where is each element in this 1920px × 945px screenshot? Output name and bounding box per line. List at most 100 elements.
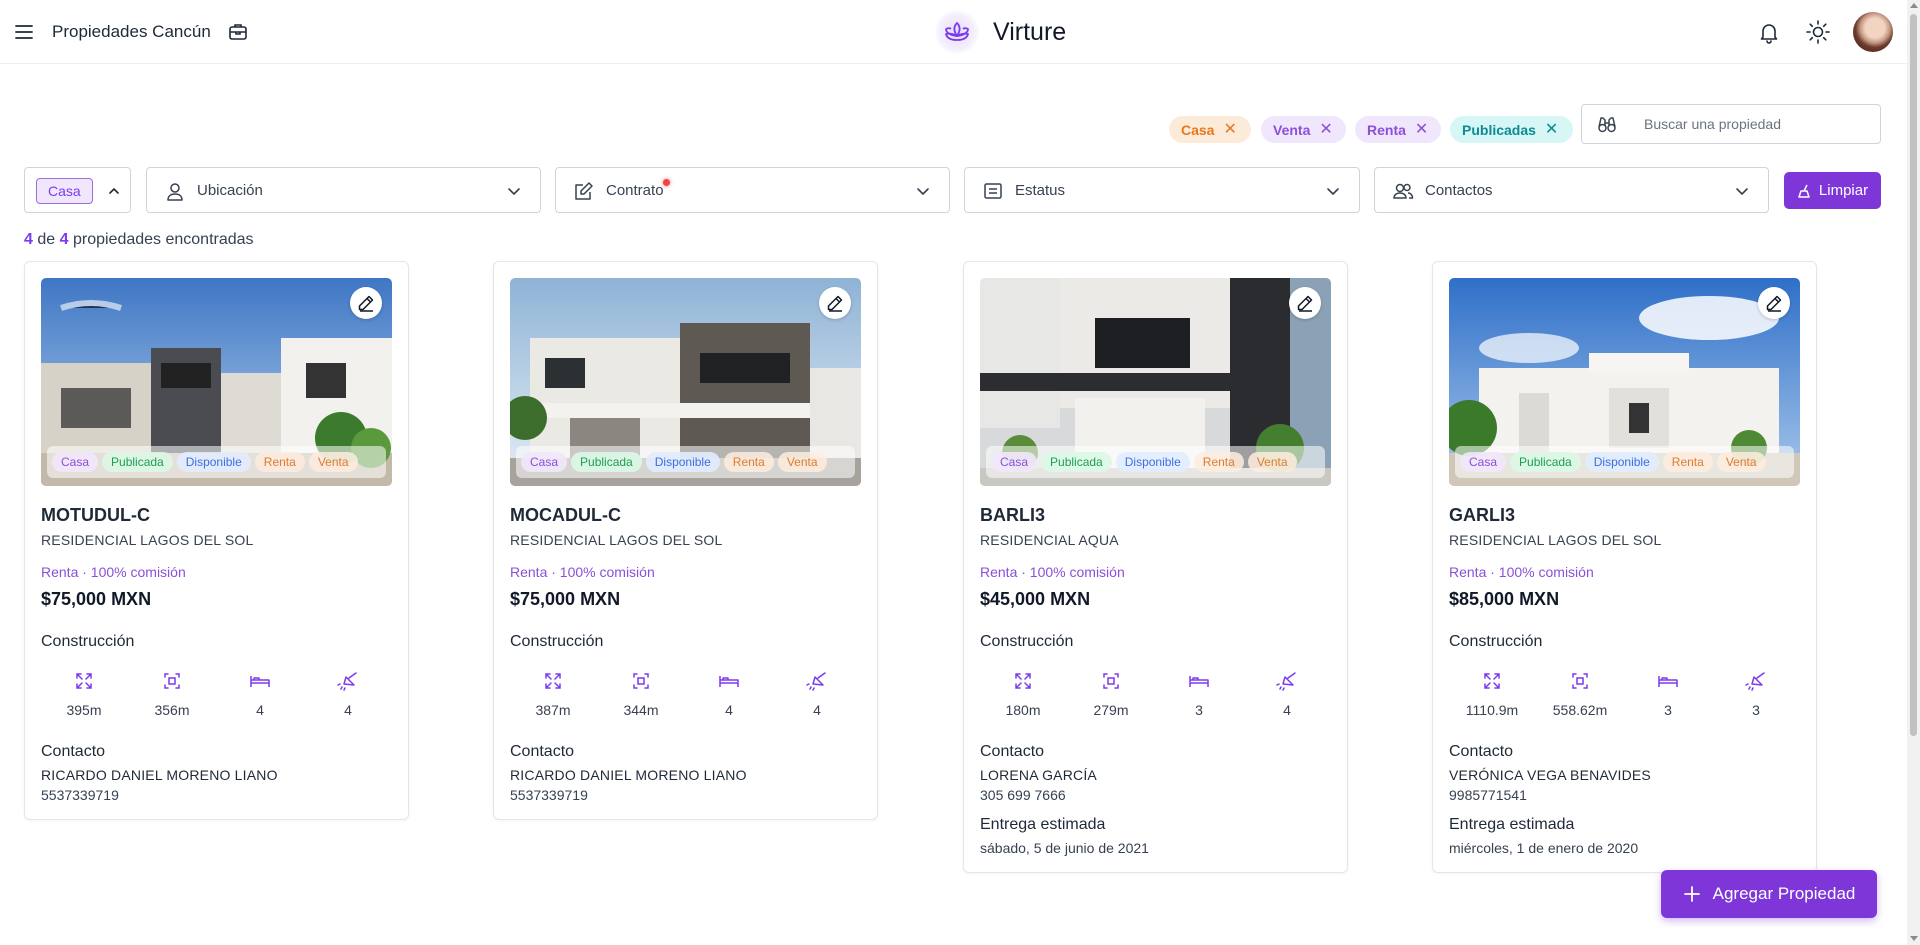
results-suffix: propiedades encontradas [72, 231, 254, 248]
bell-icon[interactable] [1757, 20, 1781, 44]
property-card[interactable]: Casa Publicada Disponible Renta Venta MO… [493, 261, 878, 820]
briefcase-icon[interactable] [227, 21, 249, 43]
property-card[interactable]: Casa Publicada Disponible Renta Venta BA… [963, 261, 1348, 873]
selected-type-tag: Casa [36, 178, 93, 204]
chevron-down-icon [915, 183, 931, 199]
contacts-filter-select[interactable]: Contactos [1374, 167, 1769, 213]
delivery-heading: Entrega estimada [1449, 816, 1575, 833]
sun-icon[interactable] [1805, 19, 1831, 45]
expand-icon [1012, 670, 1034, 692]
status-filter-label: Estatus [1015, 182, 1066, 199]
property-card[interactable]: Casa Publicada Disponible Renta Venta MO… [24, 261, 409, 820]
location-filter-select[interactable]: Ubicación [146, 167, 541, 213]
property-development: RESIDENCIAL LAGOS DEL SOL [1449, 532, 1662, 548]
feature-value: 558.62m [1552, 702, 1608, 718]
remove-chip-icon[interactable]: ✕ [1319, 121, 1332, 138]
feature-value: 344m [623, 702, 659, 718]
property-photo[interactable]: Casa Publicada Disponible Renta Venta [510, 278, 861, 486]
tag-publicada: Publicada [571, 452, 642, 472]
property-photo[interactable]: Casa Publicada Disponible Renta Venta [980, 278, 1331, 486]
location-filter-label: Ubicación [197, 182, 263, 199]
edit-property-button[interactable] [350, 287, 382, 319]
remove-chip-icon[interactable]: ✕ [1415, 121, 1428, 138]
tag-disponible: Disponible [1584, 452, 1659, 472]
contact-name: RICARDO DANIEL MORENO LIANO [41, 767, 278, 783]
contact-heading: Contacto [980, 743, 1045, 760]
feature-bathrooms: 3 [1711, 670, 1801, 718]
remove-chip-icon[interactable]: ✕ [1223, 121, 1236, 138]
chevron-up-icon[interactable] [107, 184, 121, 198]
property-code[interactable]: BARLI3 [980, 505, 1045, 526]
scroll-up-arrow-icon[interactable] [1910, 3, 1918, 8]
construction-heading: Construcción [41, 633, 135, 650]
site-title[interactable]: Propiedades Cancún [52, 22, 211, 42]
scroll-thumb[interactable] [1910, 14, 1917, 736]
contract-filter-select[interactable]: Contrato [555, 167, 950, 213]
contact-name: VERÓNICA VEGA BENAVIDES [1449, 767, 1651, 783]
contact-phone: 9985771541 [1449, 787, 1527, 803]
feature-land-area: 387m [508, 670, 598, 718]
delivery-date: miércoles, 1 de enero de 2020 [1449, 840, 1639, 856]
chip-label: Venta [1273, 121, 1311, 138]
chip-label: Casa [1181, 121, 1215, 138]
search-input[interactable] [1644, 113, 1864, 135]
edit-property-button[interactable] [1758, 287, 1790, 319]
tag-venta: Venta [777, 452, 827, 472]
edit-property-button[interactable] [1289, 287, 1321, 319]
property-tags: Casa Publicada Disponible Renta Venta [516, 446, 855, 478]
brand-name: Virture [993, 17, 1067, 46]
feature-value: 4 [256, 702, 264, 718]
feature-value: 395m [66, 702, 102, 718]
type-filter-select[interactable]: Casa [24, 167, 131, 213]
expand-icon [73, 670, 95, 692]
property-development: RESIDENCIAL LAGOS DEL SOL [510, 532, 723, 548]
pencil-icon [1766, 295, 1782, 312]
feature-value: 180m [1005, 702, 1041, 718]
add-property-button[interactable]: Agregar Propiedad [1661, 870, 1877, 918]
active-filter-renta: Renta ✕ [1355, 116, 1441, 143]
users-icon [1392, 180, 1414, 202]
menu-icon[interactable] [14, 22, 34, 42]
contact-name: LORENA GARCÍA [980, 767, 1097, 783]
edit-property-button[interactable] [819, 287, 851, 319]
property-card[interactable]: Casa Publicada Disponible Renta Venta GA… [1432, 261, 1817, 873]
feature-bathrooms: 4 [772, 670, 862, 718]
area-icon [630, 670, 652, 692]
construction-heading: Construcción [1449, 633, 1543, 650]
feature-value: 3 [1195, 702, 1203, 718]
contact-heading: Contacto [1449, 743, 1514, 760]
user-avatar[interactable] [1853, 12, 1893, 52]
chevron-down-icon [1734, 183, 1750, 199]
map-pin-user-icon [164, 180, 186, 202]
tag-venta: Venta [1247, 452, 1297, 472]
property-code[interactable]: MOTUDUL-C [41, 505, 150, 526]
status-filter-select[interactable]: Estatus [964, 167, 1360, 213]
contact-phone: 305 699 7666 [980, 787, 1066, 803]
scrollbar[interactable] [1907, 0, 1920, 945]
property-code[interactable]: GARLI3 [1449, 505, 1515, 526]
property-development: RESIDENCIAL AQUA [980, 532, 1119, 548]
lotus-icon [935, 10, 979, 54]
feature-value: 1110.9m [1465, 702, 1519, 718]
chip-label: Renta [1367, 121, 1406, 138]
feature-bathrooms: 4 [1242, 670, 1332, 718]
scroll-down-arrow-icon[interactable] [1910, 936, 1918, 941]
tag-casa: Casa [52, 452, 99, 472]
tag-casa: Casa [991, 452, 1038, 472]
add-property-label: Agregar Propiedad [1712, 884, 1856, 903]
property-photo[interactable]: Casa Publicada Disponible Renta Venta [41, 278, 392, 486]
property-development: RESIDENCIAL LAGOS DEL SOL [41, 532, 254, 548]
tag-renta: Renta [254, 452, 305, 472]
property-code[interactable]: MOCADUL-C [510, 505, 621, 526]
tag-disponible: Disponible [645, 452, 720, 472]
remove-chip-icon[interactable]: ✕ [1545, 121, 1558, 138]
property-tags: Casa Publicada Disponible Renta Venta [1455, 446, 1794, 478]
feature-value: 279m [1093, 702, 1129, 718]
contact-phone: 5537339719 [41, 787, 119, 803]
bed-icon [1188, 670, 1210, 692]
tag-venta: Venta [1716, 452, 1766, 472]
clear-filters-button[interactable]: Limpiar [1784, 172, 1881, 209]
chevron-down-icon [1325, 183, 1341, 199]
property-photo[interactable]: Casa Publicada Disponible Renta Venta [1449, 278, 1800, 486]
pencil-icon [358, 295, 374, 312]
